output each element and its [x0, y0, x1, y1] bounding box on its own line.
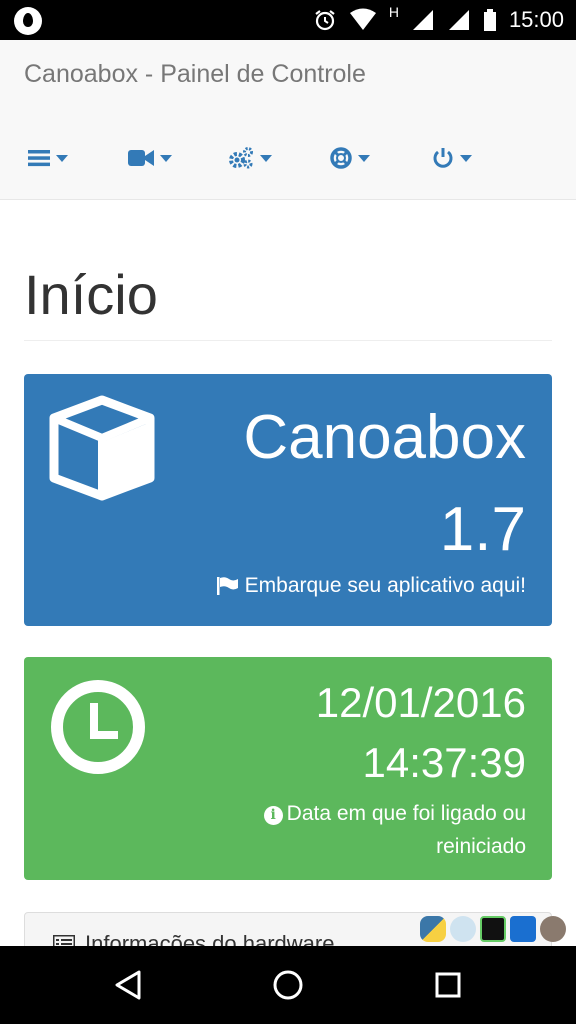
chevron-down-icon [160, 154, 172, 162]
signal-h-icon [412, 10, 433, 30]
clock-icon [51, 680, 145, 774]
battery-icon [483, 9, 496, 31]
cube-icon [49, 395, 155, 501]
info-icon: i [263, 806, 283, 825]
home-icon[interactable] [510, 916, 536, 942]
gears-icon [229, 147, 253, 169]
uptime-panel: 12/01/2016 14:37:39 i Data em que foi lig… [24, 657, 552, 880]
chevron-down-icon [358, 154, 370, 162]
app-navbar: Canoabox - Painel de Controle [0, 40, 576, 200]
chevron-down-icon [260, 154, 272, 162]
home-button[interactable] [248, 946, 328, 1024]
menu-list[interactable] [28, 138, 68, 178]
back-icon [115, 970, 141, 1000]
menu-settings[interactable] [228, 138, 272, 178]
flag-icon [216, 577, 238, 595]
title-divider [24, 340, 552, 341]
uptime-note: i Data em que foi ligado ou reiniciado [196, 797, 526, 863]
clock-time: 15:00 [508, 7, 564, 32]
signal-icon [448, 10, 469, 30]
app-note[interactable]: Embarque seu aplicativo aqui! [216, 574, 526, 598]
vnc-icon[interactable] [480, 916, 506, 942]
uptime-note-text: Data em que foi ligado ou reiniciado [286, 802, 526, 858]
menu-video[interactable] [128, 138, 172, 178]
app-name: Canoabox [243, 403, 526, 472]
chevron-down-icon [56, 154, 68, 162]
menu-help[interactable] [330, 138, 370, 178]
avatar[interactable] [540, 916, 566, 942]
system-tray [420, 916, 566, 948]
app-note-text: Embarque seu aplicativo aqui! [244, 574, 526, 597]
python-icon[interactable] [420, 916, 446, 942]
list-icon [28, 150, 50, 167]
app-version: 1.7 [439, 495, 526, 564]
home-circle-icon [273, 970, 303, 1000]
nav-menu [0, 138, 576, 178]
chevron-down-icon [460, 154, 472, 162]
status-icons: H 15:00 [313, 0, 564, 40]
uptime-time: 14:37:39 [362, 739, 527, 786]
uptime-date: 12/01/2016 [315, 679, 526, 726]
recents-button[interactable] [408, 946, 488, 1024]
power-icon [433, 148, 453, 168]
menu-power[interactable] [432, 138, 472, 178]
app-icon[interactable] [450, 916, 476, 942]
life-ring-icon [330, 147, 352, 169]
recents-icon [435, 972, 461, 998]
app-info-panel: Canoabox 1.7 Embarque seu aplicativo aqu… [24, 374, 552, 626]
status-bar: H 15:00 [0, 0, 576, 40]
wifi-icon [349, 8, 376, 30]
brand-title[interactable]: Canoabox - Painel de Controle [24, 60, 366, 89]
video-camera-icon [128, 150, 154, 166]
back-button[interactable] [88, 946, 168, 1024]
android-nav-bar [0, 946, 576, 1024]
alarm-icon [315, 10, 335, 31]
drop-icon [14, 7, 42, 35]
page-title: Início [24, 263, 158, 326]
network-type-label: H [388, 4, 399, 20]
